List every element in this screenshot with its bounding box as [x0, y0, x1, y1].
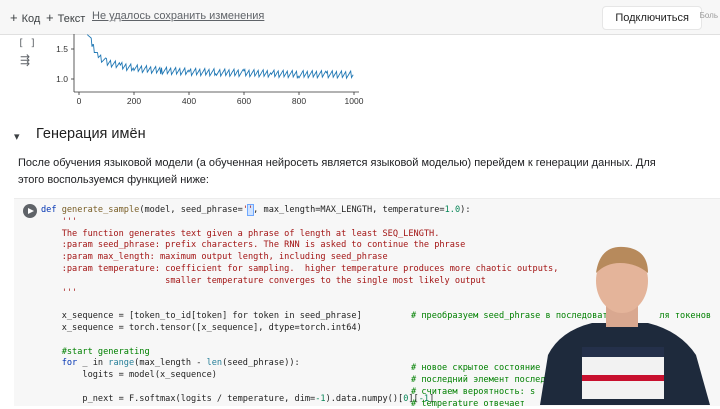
x-tick-label: 1000 [345, 96, 364, 106]
code-comment: # temperature отвечает [411, 399, 525, 409]
code-comment: #start generating [41, 346, 150, 357]
presenter-webcam-overlay [540, 246, 710, 405]
x-tick-label: 200 [127, 96, 141, 106]
code-token: _ in [77, 358, 109, 369]
add-code-button[interactable]: + Код [10, 10, 40, 25]
loss-chart: 1.0 1.5 0 200 400 600 800 1000 [56, 34, 364, 106]
x-tick-label: 400 [182, 96, 196, 106]
code-line: x_sequence = [token_to_id[token] for tok… [41, 311, 362, 322]
output-toggle-icon[interactable]: ⇶ [20, 53, 30, 67]
section-title: Генерация имён [36, 126, 146, 142]
code-token: ).data.numpy()[ [325, 393, 404, 404]
notebook-toolbar: + Код + Текст Не удалось сохранить изменен… [0, 0, 720, 35]
code-token: p_next = F.softmax(logits / temperature,… [41, 393, 316, 404]
section-paragraph: После обучения языковой модели (а обучен… [18, 157, 656, 186]
code-token: 1.0 [444, 205, 461, 215]
code-token: ): [460, 205, 471, 215]
code-token: (max_length - [134, 358, 207, 369]
code-token: , max_length=MAX_LENGTH, temperature= [253, 205, 445, 215]
code-line: logits = model(x_sequence) [41, 370, 217, 381]
plus-icon: + [10, 10, 18, 25]
loss-series-line [86, 34, 354, 80]
x-tick-label: 0 [77, 96, 82, 106]
code-token: def [41, 205, 62, 215]
code-token: for [41, 358, 78, 369]
add-code-label: Код [21, 13, 41, 25]
save-status-link[interactable]: Не удалось сохранить изменения [92, 10, 264, 22]
code-token: range [108, 358, 135, 369]
connect-button[interactable]: Подключиться [602, 6, 702, 30]
plus-icon: + [46, 10, 54, 25]
code-token: -1 [315, 393, 326, 404]
add-text-button[interactable]: + Текст [46, 10, 85, 25]
code-token: len [206, 358, 223, 369]
code-line: x_sequence = torch.tensor([x_sequence], … [41, 322, 362, 333]
add-text-label: Текст [57, 13, 86, 25]
docstring: ''' The function generates text given a … [61, 216, 559, 298]
code-token: (model, seed_phrase= [139, 205, 243, 215]
chevron-down-icon[interactable]: ▾ [14, 130, 20, 143]
code-comment: # считаем вероятность: s [411, 387, 536, 397]
code-token: (seed_phrase)): [222, 358, 300, 369]
x-tick-label: 600 [237, 96, 251, 106]
y-tick-label: 1.5 [56, 44, 68, 54]
y-tick-label: 1.0 [56, 74, 68, 84]
function-name: generate_sample [61, 205, 140, 215]
x-tick-label: 800 [292, 96, 306, 106]
faded-label: Боль [699, 11, 718, 20]
run-cell-button[interactable] [23, 204, 37, 218]
